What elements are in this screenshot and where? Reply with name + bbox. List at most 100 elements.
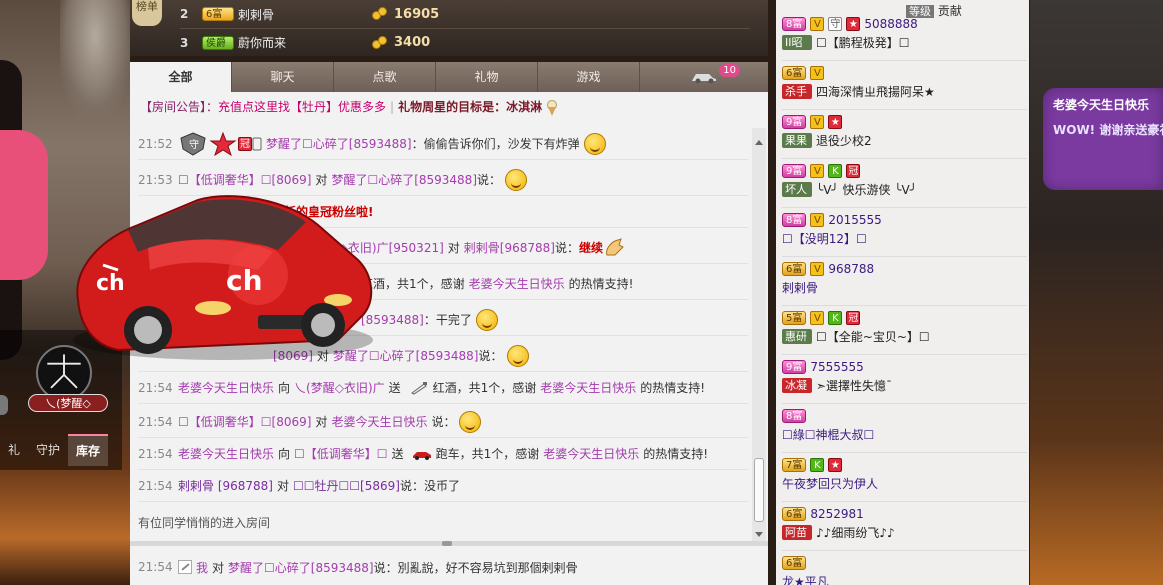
gift-tail: 的热情支持! [568,277,634,291]
audience-item[interactable]: 7富 K ★ 午夜梦回只为伊人 [782,453,1027,502]
scroll-up-icon[interactable] [755,140,763,145]
gift-sender[interactable]: 老婆今天生日快乐 [178,445,274,462]
audience-id[interactable]: 5088888 [864,17,917,31]
sad-emoji-icon [459,410,482,433]
audience-row-bottom: 阿苗 ♪♪细雨纷飞♪♪ [782,523,1027,541]
gift-sender[interactable]: 老婆今天生日快乐 [178,379,274,396]
message-time: 21:54 [138,478,173,493]
tab-gifts[interactable]: 礼物 [436,62,538,92]
audience-name[interactable]: ☐【全能~宝贝~】☐ [816,328,930,345]
audience-row-top: 6富 [782,554,1027,572]
audience-id[interactable]: 7555555 [810,360,863,374]
anchor-tabs: 礼 守护 库存 [0,434,122,466]
rank-username[interactable]: 蔚你而来 [238,34,286,51]
svg-text:ch: ch [226,264,263,297]
wealth-rank-badge: 6富 [782,66,807,80]
audience-name[interactable]: ╰V╯ 快乐游侠 ╰V╯ [816,181,917,198]
star-badge: ★ [828,115,843,129]
audience-name[interactable]: ☐【没明12】☐ [782,230,867,247]
message-target[interactable]: 老婆今天生日快乐 [331,413,427,430]
audience-id[interactable]: 8252981 [810,507,863,521]
message-user[interactable]: ☐【低调奢华】☐[8069] [178,413,311,430]
video-person-shirt [0,130,48,280]
message-target[interactable]: 剌剌骨[968788] [464,239,555,256]
split-divider[interactable] [130,541,768,546]
tab-songs[interactable]: 点歌 [334,62,436,92]
audience-item[interactable]: 6富 V 968788 剌剌骨 [782,257,1027,306]
gift-send-label: 送 [391,447,404,461]
gift-to-label: 向 [278,381,291,395]
chat-scrollbar[interactable] [752,128,766,541]
message-user[interactable]: 梦醒了☐心碎了[8593488] [266,135,412,152]
audience-item[interactable]: 6富 8252981 阿苗 ♪♪细雨纷飞♪♪ [782,502,1027,551]
message-user[interactable]: ☐【低调奢华】☐[8069] [178,171,311,188]
audience-item[interactable]: 8富 V 守 ★ 5088888 II昭 ☐【鹏程极発】☐ [782,12,1027,61]
message-target[interactable]: 梦醒了☐心碎了[8593488] [228,559,374,576]
audience-item[interactable]: 8富 ☐綠☐神棍大叔☐ [782,404,1027,453]
tab-games[interactable]: 游戏 [538,62,640,92]
audience-name[interactable]: ☐綠☐神棍大叔☐ [782,426,874,443]
message-user[interactable]: 剌剌骨 [968788] [178,477,273,494]
audience-name[interactable]: ♪♪细雨纷飞♪♪ [816,524,895,541]
gift-receiver[interactable]: 乀(梦醒◇衣旧)广 [294,379,385,396]
message-target[interactable]: ☐☐牡丹☐☐[5869] [293,477,400,494]
gift-receiver[interactable]: ☐【低调奢华】☐ [294,445,388,462]
wealth-rank-badge: 9富 [782,164,807,178]
tab-all[interactable]: 全部 [130,62,232,92]
anchor-tab-inventory[interactable]: 库存 [68,434,109,466]
wealth-rank-badge: 6富 [782,556,807,570]
rank-list-label: 榜单 [136,0,158,13]
divider-handle[interactable] [442,541,452,546]
sports-car-icon [412,451,431,460]
audience-name[interactable]: 剌剌骨 [782,279,818,296]
wealth-rank-badge: 9富 [782,115,807,129]
my-label: 我 [196,560,209,575]
guard-badge: 冠 [846,311,861,325]
message-to-label: 对 [315,415,328,429]
thanks-user[interactable]: 老婆今天生日快乐 [465,275,565,292]
message-target[interactable]: 梦醒了☐心碎了[8593488] [331,171,477,188]
message-extra: 继续 [578,241,603,255]
coin-icon [372,35,388,50]
audience-item[interactable]: 9富 V K 冠坏人 ╰V╯ 快乐游侠 ╰V╯ [782,159,1027,208]
audience-name[interactable]: ☐【鹏程极発】☐ [816,34,910,51]
tab-chat[interactable]: 聊天 [232,62,334,92]
wine-icon [410,381,427,395]
audience-row-top: 9富 V ★ [782,113,1027,131]
audience-item[interactable]: 6富龙★平凡 [782,551,1027,585]
tab-cars[interactable]: 10 [640,62,768,92]
my-message: 21:54 我 对 梦醒了☐心碎了[8593488] 说：別亂說，好不容易坑到那… [138,552,748,582]
audience-name[interactable]: 四海深情ㄓ飛揚阿呆★ [816,83,935,100]
notice-label: 【房间公告】： [140,100,219,114]
audience-name[interactable]: 龙★平凡 [782,573,829,585]
audience-name[interactable]: 午夜梦回只为伊人 [782,475,878,492]
thanks-user[interactable]: 老婆今天生日快乐 [539,445,639,462]
anchor-name[interactable]: 乀(梦醒◇ [28,394,108,412]
audience-item[interactable]: 9富 V ★ 果果 退役少校2 [782,110,1027,159]
audience-name[interactable]: 退役少校2 [816,132,872,149]
rank-row[interactable]: 3 侯爵 蔚你而来 3400 [180,28,750,56]
notice-separator: | [390,100,395,114]
message-text: 说： [431,415,456,429]
audience-item[interactable]: 8富 V 2015555 ☐【没明12】☐ [782,208,1027,257]
audience-id[interactable]: 968788 [828,262,874,276]
audience-id[interactable]: 2015555 [828,213,881,227]
scroll-down-icon[interactable] [755,532,763,537]
audience-item[interactable]: 6富 V 杀手 四海深情ㄓ飛揚阿呆★ [782,61,1027,110]
rank-username[interactable]: 剌剌骨 [238,6,274,23]
anchor-tab-guard[interactable]: 守护 [28,435,68,465]
rank-score-value: 3400 [394,35,431,50]
thanks-user[interactable]: 老婆今天生日快乐 [536,379,636,396]
message-to-label: 对 [212,560,225,575]
scroll-thumb[interactable] [754,458,764,522]
rank-row[interactable]: 2 6富 剌剌骨 16905 [180,0,750,28]
audience-name[interactable]: ➣選擇性失憶ˉ [816,377,892,394]
anchor-tab-gift[interactable]: 礼 [0,435,28,465]
notice-promo-link[interactable]: 充值点这里找【牡丹】优惠多多 [218,100,386,114]
rank-list-badge[interactable]: 榜单 [132,0,162,26]
message-text: ：干完了 [423,313,472,327]
audience-item[interactable]: 5富 V K 冠惠研 ☐【全能~宝贝~】☐ [782,306,1027,355]
audience-item[interactable]: 9富 7555555 冰凝 ➣選擇性失憶ˉ [782,355,1027,404]
wealth-rank-badge: 9富 [782,360,807,374]
lamp-decoration [60,0,130,120]
